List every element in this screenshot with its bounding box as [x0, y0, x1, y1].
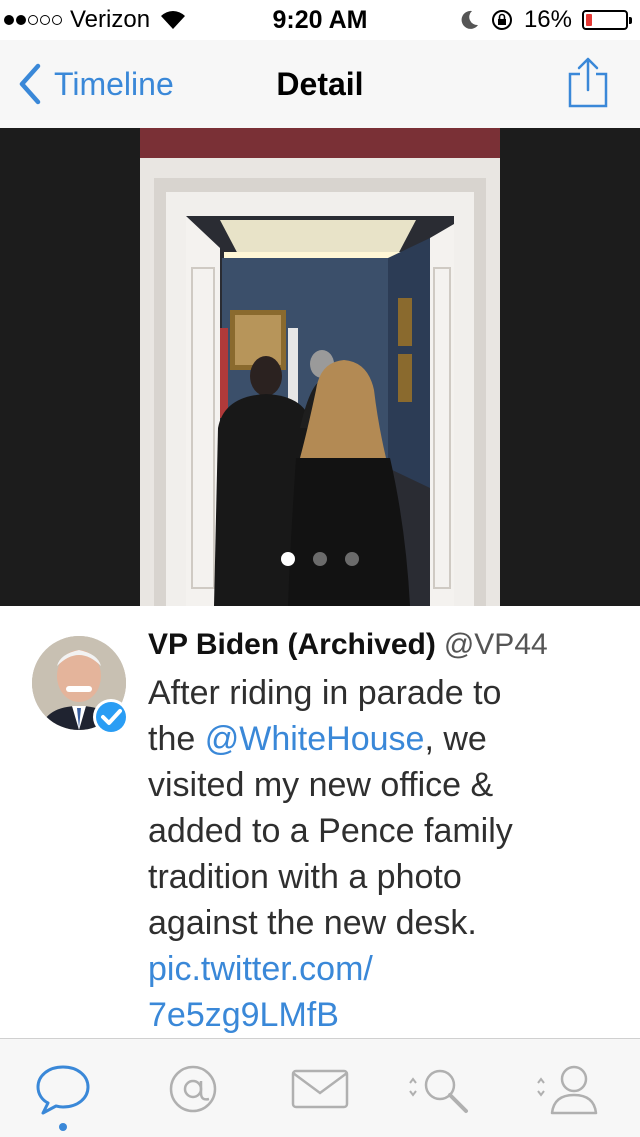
- rotation-lock-icon: [491, 10, 512, 30]
- status-bar: Verizon 9:20 AM 16%: [0, 0, 640, 40]
- photo-viewer[interactable]: [0, 128, 640, 606]
- page-dot-3[interactable]: [345, 552, 359, 566]
- at-sign-icon: [169, 1065, 217, 1113]
- page-dot-1[interactable]: [281, 552, 295, 566]
- tweet-text-segment: the: [148, 720, 205, 758]
- author-name[interactable]: VP Biden (Archived): [148, 628, 436, 661]
- mention-link-whitehouse[interactable]: @WhiteHouse: [205, 720, 425, 758]
- messages-tab[interactable]: [285, 1059, 355, 1119]
- tweet-header: VP Biden (Archived) @VP44: [148, 628, 548, 662]
- tweet-line: against the new desk.: [148, 904, 477, 942]
- tweet-photo[interactable]: [140, 128, 500, 606]
- search-icon: [409, 1069, 468, 1113]
- author-handle[interactable]: @VP44: [444, 628, 548, 661]
- page-dot-2[interactable]: [313, 552, 327, 566]
- pic-link-continued[interactable]: 7e5zg9LMfB: [148, 992, 608, 1038]
- tweet-text-segment: , we: [424, 720, 487, 758]
- page-title: Detail: [276, 66, 364, 102]
- profile-tab[interactable]: [532, 1059, 602, 1119]
- tweet-detail: VP Biden (Archived) @VP44 After riding in…: [0, 606, 640, 1038]
- pic-link[interactable]: pic.twitter.com/: [148, 946, 608, 992]
- battery-percent: 16%: [523, 6, 572, 33]
- mentions-tab[interactable]: [158, 1059, 228, 1119]
- tweet-text: After riding in parade to the @WhiteHous…: [148, 670, 608, 1038]
- navigation-bar: Timeline Detail: [0, 40, 640, 129]
- tweet-line: the @WhiteHouse, we: [148, 716, 608, 762]
- tweet-line: After riding in parade to: [148, 674, 502, 712]
- battery-icon: [582, 10, 632, 30]
- chat-bubble-icon: [36, 1065, 90, 1115]
- tweet-line: added to a Pence family: [148, 812, 513, 850]
- verified-badge-icon: [93, 699, 129, 735]
- photo-page-indicator[interactable]: [0, 552, 640, 566]
- tweet-line: visited my new office &: [148, 766, 494, 804]
- share-button[interactable]: [566, 56, 610, 110]
- active-tab-indicator: [59, 1123, 67, 1131]
- timeline-tab[interactable]: [28, 1059, 98, 1119]
- tweet-line: tradition with a photo: [148, 858, 462, 896]
- envelope-icon: [291, 1069, 349, 1109]
- tab-bar: [0, 1038, 640, 1137]
- moon-icon: [461, 10, 478, 29]
- search-tab[interactable]: [404, 1059, 474, 1119]
- status-right: 16%: [458, 6, 632, 34]
- profile-icon: [537, 1065, 598, 1115]
